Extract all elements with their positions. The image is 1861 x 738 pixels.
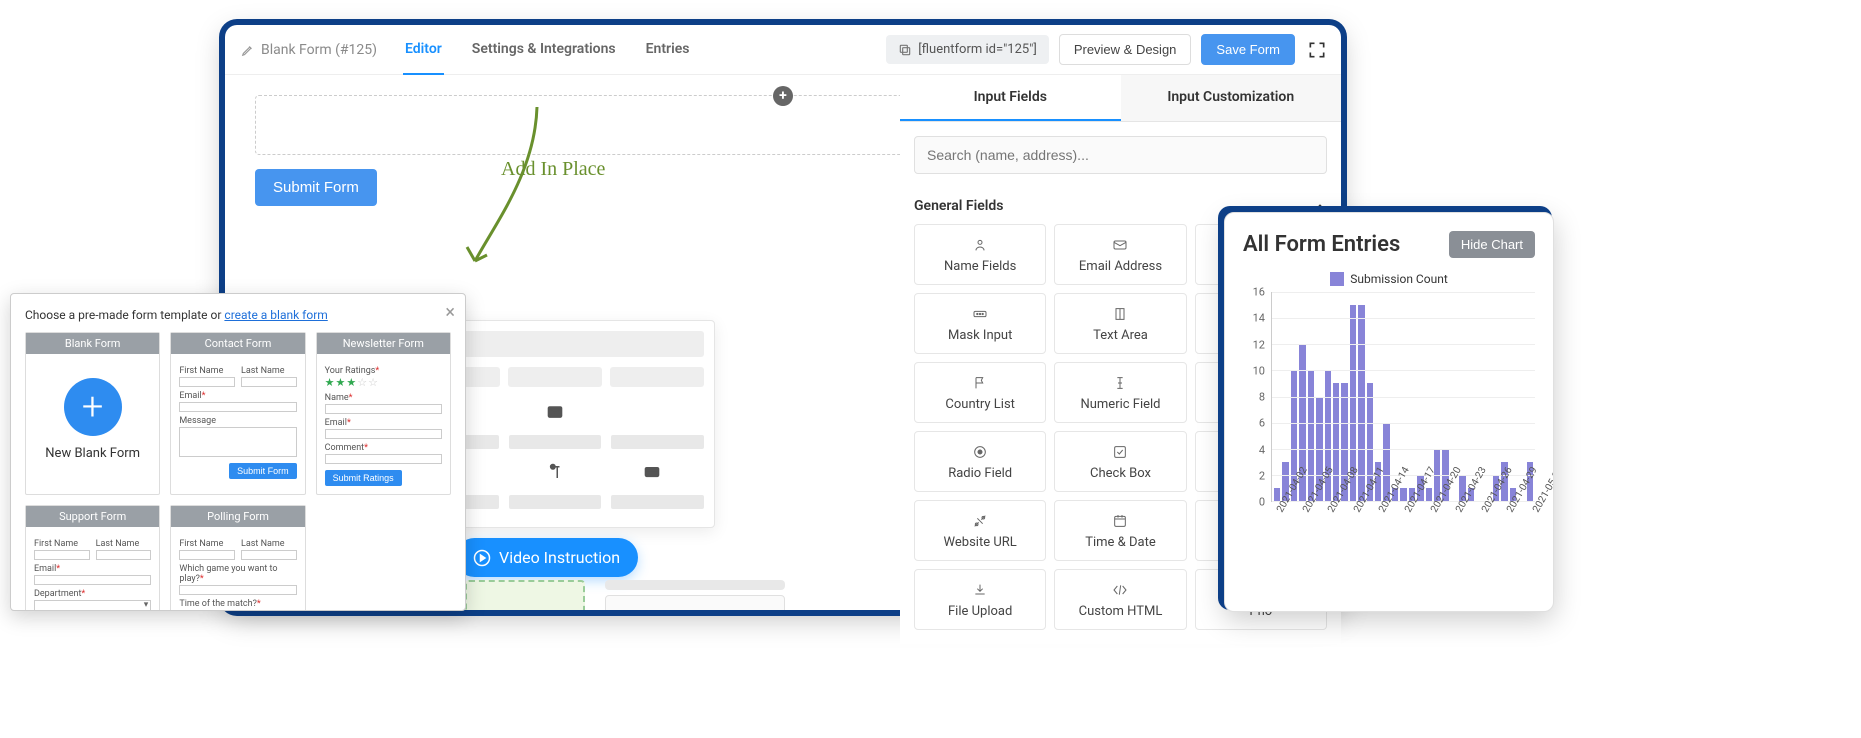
envelope-icon xyxy=(546,403,564,421)
template-blank-cta: New Blank Form xyxy=(45,446,140,461)
legend-swatch xyxy=(1330,272,1344,286)
video-instruction-label: Video Instruction xyxy=(499,548,620,567)
field-item[interactable]: Custom HTML xyxy=(1054,569,1186,630)
template-contact[interactable]: Contact Form First Name Last Name Email*… xyxy=(170,332,305,495)
hide-chart-button[interactable]: Hide Chart xyxy=(1449,231,1535,258)
field-item[interactable]: Text Area xyxy=(1054,293,1186,354)
template-newsletter-title: Newsletter Form xyxy=(317,333,450,354)
shortcode-text: [fluentform id="125"] xyxy=(918,42,1037,57)
paragraph-icon xyxy=(546,463,564,481)
fullscreen-icon[interactable] xyxy=(1305,38,1329,62)
editor-topbar: Blank Form (#125) Editor Settings & Inte… xyxy=(225,25,1341,75)
field-item-label: Country List xyxy=(945,397,1015,412)
entries-title: All Form Entries xyxy=(1243,232,1400,257)
save-form-button[interactable]: Save Form xyxy=(1201,34,1295,65)
close-icon[interactable]: × xyxy=(445,302,455,323)
tab-settings[interactable]: Settings & Integrations xyxy=(470,25,618,75)
field-item-label: Email Address xyxy=(1079,259,1162,274)
field-item-label: Time & Date xyxy=(1085,535,1156,550)
copy-icon xyxy=(898,43,912,57)
field-item[interactable]: File Upload xyxy=(914,569,1046,630)
field-search-input[interactable] xyxy=(914,136,1327,174)
field-item[interactable]: Mask Input xyxy=(914,293,1046,354)
template-contact-title: Contact Form xyxy=(171,333,304,354)
chevron-up-icon xyxy=(1313,199,1327,213)
tab-input-customization[interactable]: Input Customization xyxy=(1121,75,1342,121)
tab-input-fields[interactable]: Input Fields xyxy=(900,75,1121,121)
pencil-icon xyxy=(241,43,255,57)
template-support[interactable]: Support Form First Name Last Name Email*… xyxy=(25,505,160,611)
field-item[interactable]: Name Fields xyxy=(914,224,1046,285)
field-item-label: Numeric Field xyxy=(1080,397,1160,412)
field-item-label: Mask Input xyxy=(948,328,1012,343)
tab-editor[interactable]: Editor xyxy=(403,25,444,75)
faded-box-3 xyxy=(675,580,725,590)
text-icon xyxy=(643,403,661,421)
form-name-text: Blank Form (#125) xyxy=(261,42,377,58)
template-blank[interactable]: Blank Form + New Blank Form xyxy=(25,332,160,495)
field-item-label: File Upload xyxy=(948,604,1012,619)
shortcode-pill[interactable]: [fluentform id="125"] xyxy=(886,35,1049,64)
field-item-label: Name Fields xyxy=(944,259,1016,274)
section-title: General Fields xyxy=(914,198,1003,214)
field-item-label: Radio Field xyxy=(948,466,1012,481)
field-item-label: Text Area xyxy=(1093,328,1148,343)
tab-entries[interactable]: Entries xyxy=(644,25,692,75)
template-blank-title: Blank Form xyxy=(26,333,159,354)
submission-chart: 0246810121416 2021-04-022021-04-052021-0… xyxy=(1243,292,1535,572)
chart-legend: Submission Count xyxy=(1243,272,1535,286)
star-rating: ★★★☆☆ xyxy=(325,376,442,389)
field-item[interactable]: Country List xyxy=(914,362,1046,423)
field-item[interactable]: Check Box xyxy=(1054,431,1186,492)
legend-label: Submission Count xyxy=(1350,272,1448,286)
chart-bar xyxy=(1308,370,1314,501)
template-chooser-modal: × Choose a pre-made form template or cre… xyxy=(10,293,466,611)
field-item-label: Check Box xyxy=(1090,466,1151,481)
plus-icon: + xyxy=(64,378,122,436)
submit-form-button[interactable]: Submit Form xyxy=(255,169,377,206)
template-polling[interactable]: Polling Form First Name Last Name Which … xyxy=(170,505,305,611)
play-icon xyxy=(473,549,491,567)
modal-intro: Choose a pre-made form template or creat… xyxy=(25,308,451,322)
field-item[interactable]: Time & Date xyxy=(1054,500,1186,561)
field-item[interactable]: Email Address xyxy=(1054,224,1186,285)
faded-dropzone xyxy=(465,580,585,610)
field-item-label: Website URL xyxy=(944,535,1017,550)
entries-panel: All Form Entries Hide Chart Submission C… xyxy=(1224,212,1554,612)
template-support-title: Support Form xyxy=(26,506,159,527)
add-field-button[interactable]: + xyxy=(773,86,793,106)
newsletter-submit-button: Submit Ratings xyxy=(325,470,402,486)
create-blank-form-link[interactable]: create a blank form xyxy=(224,308,327,322)
template-polling-title: Polling Form xyxy=(171,506,304,527)
chart-bar xyxy=(1333,383,1339,501)
preview-button[interactable]: Preview & Design xyxy=(1059,34,1192,65)
field-item[interactable]: Numeric Field xyxy=(1054,362,1186,423)
field-item-label: Custom HTML xyxy=(1079,604,1163,619)
faded-box-1 xyxy=(605,595,785,610)
form-name: Blank Form (#125) xyxy=(241,42,377,58)
handwritten-annotation: Add In Place xyxy=(501,158,605,181)
video-instruction-button[interactable]: Video Instruction xyxy=(455,538,638,577)
chart-bar xyxy=(1400,488,1406,501)
field-item[interactable]: Website URL xyxy=(914,500,1046,561)
card-icon xyxy=(643,463,661,481)
template-newsletter[interactable]: Newsletter Form Your Ratings* ★★★☆☆ Name… xyxy=(316,332,451,495)
field-item[interactable]: Radio Field xyxy=(914,431,1046,492)
contact-submit-button: Submit Form xyxy=(229,463,297,479)
